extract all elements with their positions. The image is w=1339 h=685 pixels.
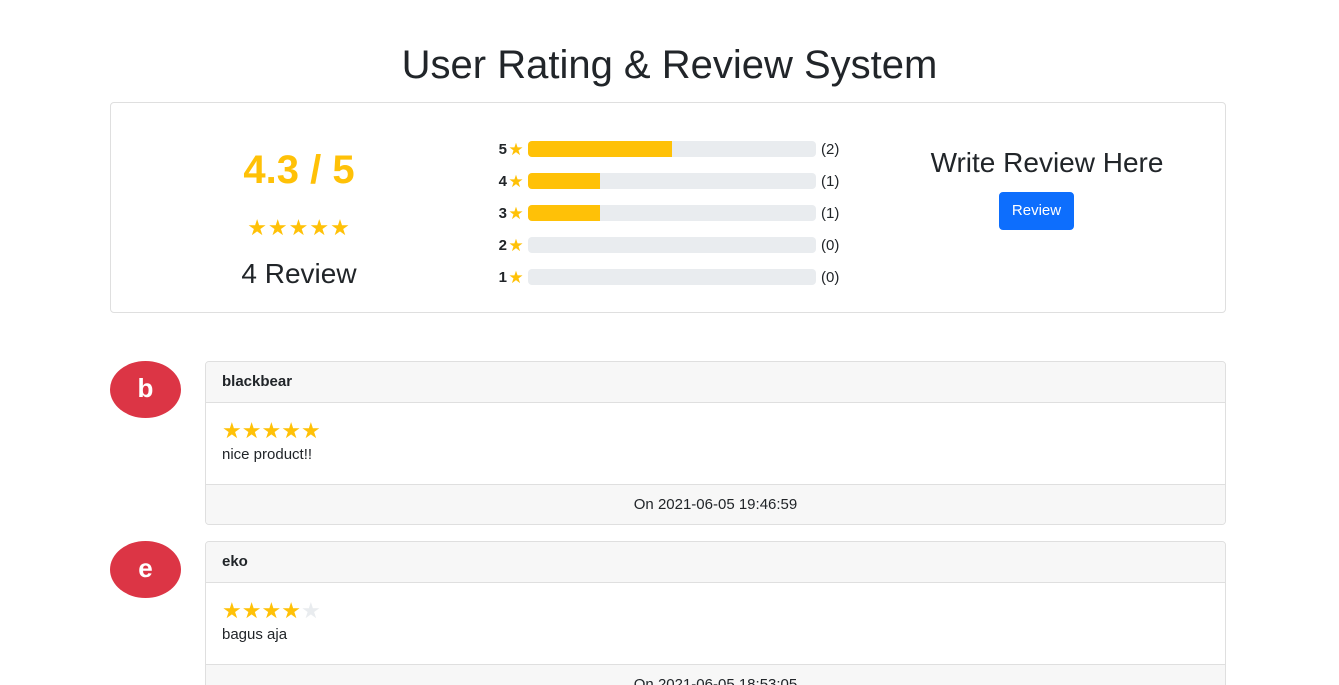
star-icon: ★ xyxy=(508,171,524,191)
star-icon: ★ xyxy=(508,203,524,223)
rating-progress-bar xyxy=(528,205,816,221)
star-icon: ★ xyxy=(508,267,524,287)
rating-progress-bar xyxy=(528,237,816,253)
rating-row-count: (0) xyxy=(821,268,840,286)
star-icon: ★ xyxy=(241,598,262,623)
review-button[interactable]: Review xyxy=(999,192,1074,230)
average-rating-value: 4.3 / 5 xyxy=(243,148,355,192)
review-author: eko xyxy=(206,542,1225,583)
rating-summary-card: 4.3 / 5 ★★★★★ 4 Review 5 ★ (2) 4 ★ (1) 3… xyxy=(110,102,1226,313)
average-star-icons: ★★★★★ xyxy=(247,215,351,240)
write-review-section: Write Review Here Review xyxy=(869,103,1225,312)
rating-progress-bar xyxy=(528,173,816,189)
rating-row-1: 1 ★ (0) xyxy=(495,261,865,293)
star-icon: ★ xyxy=(300,418,321,443)
rating-row-3: 3 ★ (1) xyxy=(495,197,865,229)
review-body: ★★★★★ nice product!! xyxy=(206,403,1225,484)
rating-progress-bar xyxy=(528,269,816,285)
review-author: blackbear xyxy=(206,362,1225,403)
avatar: b xyxy=(110,361,181,418)
rating-progress-fill xyxy=(528,173,600,189)
rating-row-5: 5 ★ (2) xyxy=(495,133,865,165)
rating-row-4: 4 ★ (1) xyxy=(495,165,865,197)
star-icon: ★ xyxy=(281,418,301,443)
review-card: eko ★★★★★ bagus aja On 2021-06-05 18:53:… xyxy=(205,541,1226,685)
review-count: 4 Review xyxy=(241,258,357,289)
star-icon: ★ xyxy=(241,418,262,443)
review-text: nice product!! xyxy=(222,446,313,463)
review-card: blackbear ★★★★★ nice product!! On 2021-0… xyxy=(205,361,1226,525)
page-title: User Rating & Review System xyxy=(401,43,938,87)
rating-progress-fill xyxy=(528,141,672,157)
write-review-title: Write Review Here xyxy=(930,147,1164,178)
review-body: ★★★★★ bagus aja xyxy=(206,583,1225,664)
review-star-icons: ★★★★★ xyxy=(222,599,1209,623)
review-star-icons: ★★★★★ xyxy=(222,419,1209,443)
star-icon: ★ xyxy=(222,598,242,623)
rating-progress-bar xyxy=(528,141,816,157)
star-icon: ★ xyxy=(261,598,282,623)
star-icon: ★ xyxy=(300,598,321,623)
review-date: On 2021-06-05 19:46:59 xyxy=(206,484,1225,524)
rating-breakdown: 5 ★ (2) 4 ★ (1) 3 ★ (1) 2 ★ (0) 1 ★ (0) xyxy=(495,133,865,293)
rating-row-2: 2 ★ (0) xyxy=(495,229,865,261)
rating-row-label: 5 xyxy=(498,140,507,158)
rating-row-label: 3 xyxy=(498,204,507,222)
avatar: e xyxy=(110,541,181,598)
star-icon: ★ xyxy=(281,598,301,623)
rating-row-count: (0) xyxy=(821,236,840,254)
rating-row-count: (1) xyxy=(821,172,840,190)
average-rating-section: 4.3 / 5 ★★★★★ 4 Review xyxy=(111,103,487,312)
star-icon: ★ xyxy=(261,418,282,443)
review-text: bagus aja xyxy=(222,626,288,643)
rating-row-label: 2 xyxy=(498,236,507,254)
review-date: On 2021-06-05 18:53:05 xyxy=(206,664,1225,685)
rating-row-label: 4 xyxy=(498,172,507,190)
rating-progress-fill xyxy=(528,205,600,221)
rating-row-count: (1) xyxy=(821,204,840,222)
rating-row-label: 1 xyxy=(498,268,507,286)
star-icon: ★ xyxy=(222,418,242,443)
rating-row-count: (2) xyxy=(821,140,840,158)
star-icon: ★ xyxy=(508,139,524,159)
star-icon: ★ xyxy=(508,235,524,255)
